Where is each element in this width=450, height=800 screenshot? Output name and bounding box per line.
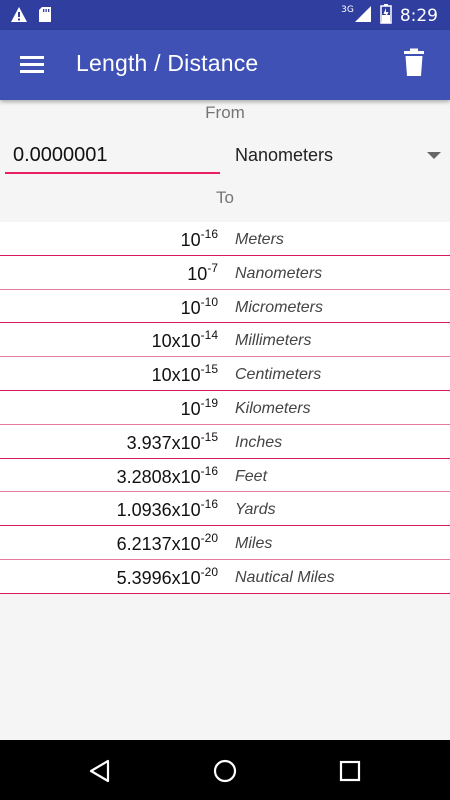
result-unit: Feet — [235, 467, 268, 485]
from-unit-select[interactable]: Nanometers — [235, 142, 445, 172]
result-value: 3.937x10-15 — [126, 429, 218, 453]
result-row[interactable]: 10x10-15 Centimeters — [0, 357, 450, 391]
trash-icon[interactable] — [402, 48, 432, 80]
result-value: 6.2137x10-20 — [116, 531, 218, 555]
result-value: 10x10-15 — [151, 362, 218, 386]
result-row[interactable]: 6.2137x10-20 Miles — [0, 526, 450, 560]
result-value: 10-7 — [187, 260, 218, 284]
home-icon[interactable] — [210, 756, 240, 786]
result-row[interactable]: 10-7 Nanometers — [0, 256, 450, 290]
result-row[interactable]: 10-16 Meters — [0, 222, 450, 256]
result-row[interactable]: 5.3996x10-20 Nautical Miles — [0, 560, 450, 594]
status-bar: 3G 8:29 — [0, 0, 450, 30]
signal-icon — [354, 5, 372, 27]
sd-card-icon — [38, 6, 52, 27]
result-unit: Millimeters — [235, 332, 312, 350]
app-bar: Length / Distance — [0, 30, 450, 100]
result-value: 5.3996x10-20 — [116, 564, 218, 588]
result-unit: Kilometers — [235, 399, 311, 417]
result-row[interactable]: 1.0936x10-16 Yards — [0, 492, 450, 527]
back-icon[interactable] — [86, 756, 116, 786]
result-row[interactable]: 3.2808x10-16 Feet — [0, 459, 450, 493]
result-row[interactable]: 3.937x10-15 Inches — [0, 425, 450, 459]
to-label: To — [216, 188, 234, 207]
from-unit-selected: Nanometers — [235, 145, 334, 165]
result-row[interactable]: 10-10 Micrometers — [0, 290, 450, 324]
result-value: 10-19 — [180, 395, 218, 419]
result-value: 3.2808x10-16 — [116, 463, 218, 487]
result-unit: Micrometers — [235, 298, 324, 316]
result-unit: Nautical Miles — [235, 568, 335, 586]
result-unit: Centimeters — [235, 366, 322, 384]
result-unit: Miles — [235, 535, 273, 553]
recents-icon[interactable] — [335, 756, 365, 786]
result-unit: Meters — [235, 231, 284, 248]
value-input[interactable] — [5, 138, 220, 174]
result-value: 10-10 — [180, 294, 218, 318]
warning-icon — [10, 6, 28, 27]
result-unit: Inches — [235, 433, 283, 451]
clock: 8:29 — [399, 6, 438, 26]
hamburger-menu-icon[interactable] — [20, 52, 50, 78]
page-title: Length / Distance — [76, 50, 259, 76]
result-value: 1.0936x10-16 — [116, 497, 218, 521]
result-unit: Nanometers — [235, 264, 323, 282]
from-label: From — [205, 103, 245, 122]
result-row[interactable]: 10x10-14 Millimeters — [0, 323, 450, 358]
dropdown-caret-icon — [427, 152, 441, 159]
results-list: 10-16 Meters 10-7 Nanometers 10-10 Micro… — [0, 222, 450, 594]
network-type-label: 3G — [341, 5, 354, 15]
battery-icon — [380, 4, 392, 28]
result-value: 10-16 — [180, 227, 218, 250]
result-unit: Yards — [235, 501, 276, 519]
result-value: 10x10-14 — [151, 328, 218, 352]
system-nav-bar — [0, 740, 450, 800]
result-row[interactable]: 10-19 Kilometers — [0, 391, 450, 425]
